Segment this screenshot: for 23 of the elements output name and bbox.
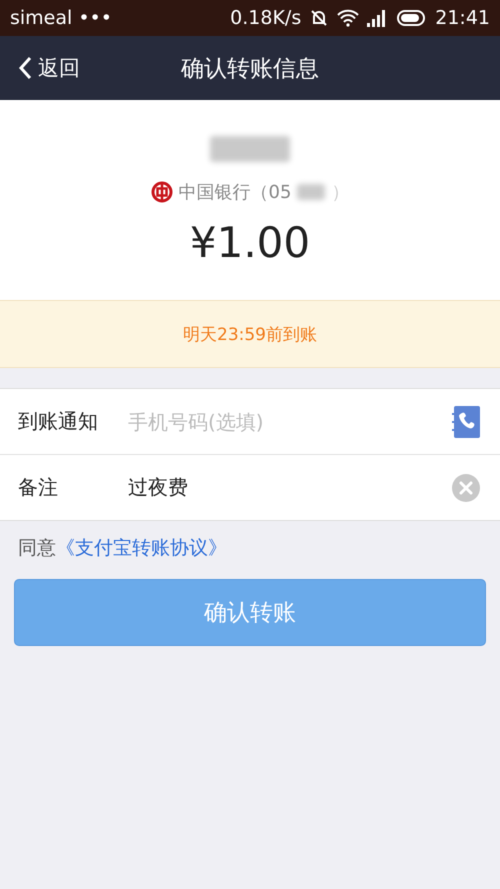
clock-time: 21:41 [435,7,490,29]
input-field[interactable]: 过夜费 [126,474,452,500]
field-label: 到账通知 [18,408,99,435]
agreement-text: 同意《支付宝转账协议》 [17,536,228,561]
input-field[interactable]: 手机号码(选填) [126,408,452,434]
chevron-left-icon [18,56,32,80]
arrival-notice: 明天23:59前到账 [183,324,317,346]
page-title: 确认转账信息 [181,54,319,84]
bank-account: 中国银行（05 [178,181,292,204]
wifi-icon [337,9,360,27]
transfer-amount: ¥1.00 [190,218,310,267]
contact-book-icon [452,406,480,438]
back-button[interactable]: 返回 [18,54,80,82]
field-label: 备注 [18,474,59,501]
battery-icon [397,10,428,26]
blurred-account [297,184,326,200]
agreement-link[interactable]: 《支付宝转账协议》 [56,537,227,559]
carrier-name: simeal ••• [10,7,112,29]
bank-account-end: ） [331,181,350,204]
network-speed: 0.18K/s [230,7,302,29]
clear-icon [452,474,480,502]
bank-logo-icon [150,181,173,203]
muted-bell-icon [309,9,330,27]
